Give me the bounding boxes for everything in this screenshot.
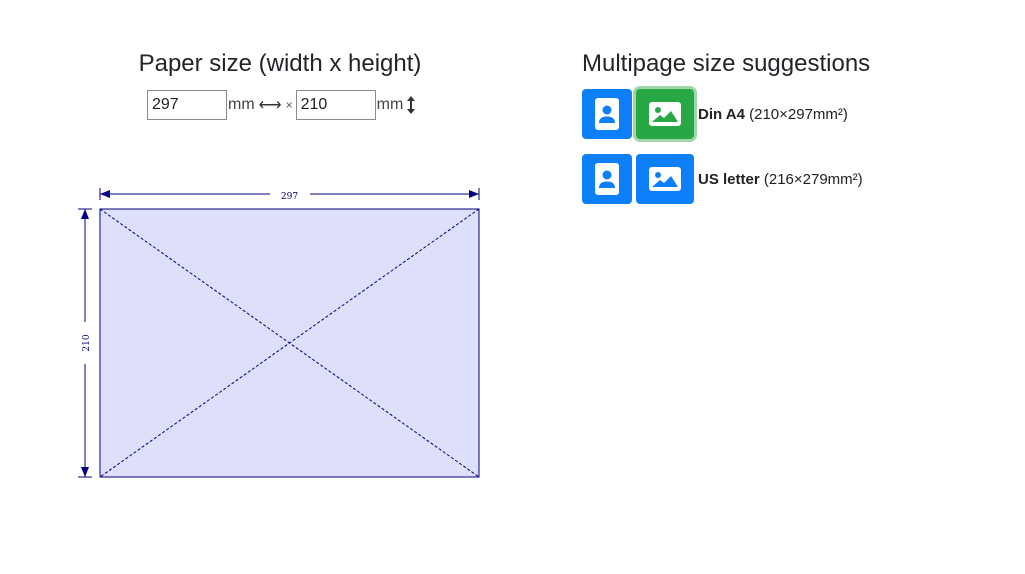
- us-letter-name: US letter: [698, 170, 760, 188]
- height-dimension-label: 210: [82, 334, 92, 351]
- din-a4-dims: (210×297mm²): [749, 105, 848, 123]
- vertical-double-arrow-icon: [406, 96, 416, 114]
- landscape-image-icon: [649, 102, 681, 126]
- width-input[interactable]: [147, 90, 227, 120]
- height-unit: mm: [376, 96, 404, 113]
- height-input[interactable]: [295, 90, 376, 120]
- suggestion-din-a4: Din A4 (210×297mm²): [582, 89, 848, 139]
- horizontal-double-arrow-icon: ⟷: [258, 97, 282, 114]
- us-letter-dims: (216×279mm²): [763, 170, 863, 188]
- width-unit: mm: [228, 96, 255, 113]
- paper-size-title: Paper size (width x height): [138, 50, 422, 77]
- din-a4-name: Din A4: [698, 105, 745, 123]
- times-sign: ×: [285, 98, 293, 112]
- din-a4-portrait-button[interactable]: [582, 89, 632, 139]
- suggestion-us-letter: US letter (216×279mm²): [582, 154, 863, 204]
- paper-size-inputs: mm ⟷ × mm: [147, 90, 416, 120]
- din-a4-label: Din A4 (210×297mm²): [698, 106, 848, 123]
- landscape-image-icon: [649, 167, 681, 191]
- din-a4-landscape-button[interactable]: [636, 89, 694, 139]
- portrait-person-icon: [595, 163, 619, 195]
- us-letter-landscape-button[interactable]: [636, 154, 694, 204]
- us-letter-label: US letter (216×279mm²): [698, 171, 863, 188]
- portrait-person-icon: [595, 98, 619, 130]
- width-dimension-label: 297: [281, 192, 298, 202]
- suggestions-title: Multipage size suggestions: [582, 50, 871, 77]
- paper-preview: 297 210: [78, 188, 480, 478]
- us-letter-portrait-button[interactable]: [582, 154, 632, 204]
